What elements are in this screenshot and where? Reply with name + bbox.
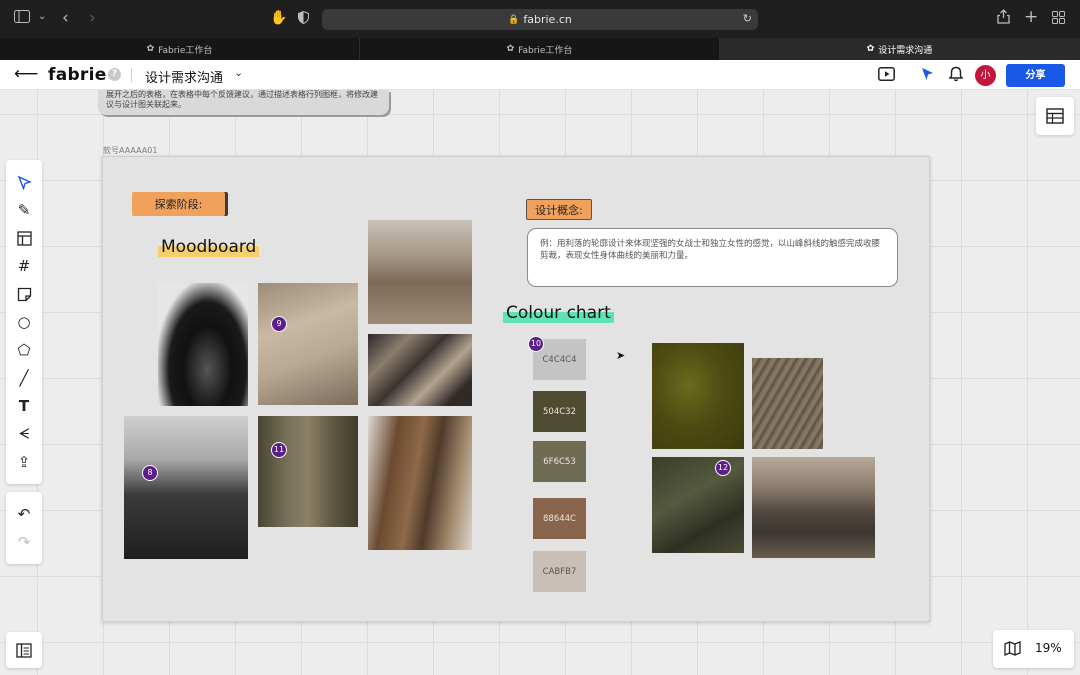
design-concept-textbox[interactable]: 例：用利落的轮廓设计来体现坚强的女战士和独立女性的感觉，以山峰斜线的触感完成收腰… — [527, 228, 898, 287]
follow-cursor-icon[interactable] — [920, 66, 936, 86]
moodboard-photo-black-dress[interactable] — [158, 283, 248, 406]
sticky-note-icon[interactable] — [6, 282, 42, 306]
layers-panel-icon — [16, 642, 32, 658]
tab-label: 设计需求沟通 — [878, 45, 933, 56]
circle-icon[interactable]: ○ — [6, 310, 42, 334]
moodboard-photo-camo-leather-harness[interactable] — [368, 416, 472, 550]
layers-panel-button[interactable] — [6, 632, 42, 668]
swatch-hex-label: 88644C — [543, 513, 576, 524]
browser-toolbar: ⌄ ‹ › ✋ 🔒 fabrie.cn ↻ + — [0, 0, 1080, 38]
colour-swatch[interactable]: 88644C — [533, 498, 586, 539]
browser-tab-active[interactable]: ✿ 设计需求沟通 — [720, 38, 1080, 60]
fabric-photo-olive-drape[interactable] — [652, 343, 744, 449]
frame-label[interactable]: 款号AAAAA01 — [103, 145, 157, 156]
lock-icon: 🔒 — [508, 14, 520, 25]
back-arrow-icon[interactable]: ⟵ — [14, 64, 38, 84]
minimap-icon[interactable] — [1004, 641, 1021, 660]
app-logo[interactable]: fabrie — [48, 65, 107, 85]
moodboard-photo-military-woman[interactable] — [124, 416, 248, 559]
back-icon[interactable]: ‹ — [62, 8, 69, 28]
reload-icon[interactable]: ↻ — [743, 12, 752, 25]
design-concept-label: 设计概念: — [535, 203, 583, 217]
share-icon[interactable] — [997, 9, 1010, 28]
history-toolbar: ↶ ↷ — [6, 492, 42, 564]
mind-map-icon[interactable]: ᗕ — [6, 422, 42, 446]
help-icon[interactable]: ? — [108, 68, 121, 81]
moodboard-photo-studded-belt[interactable] — [258, 416, 358, 527]
moodboard-photo-beige-vest[interactable] — [258, 283, 358, 405]
moodboard-photo-desert-mountain[interactable] — [368, 220, 472, 324]
swatch-hex-label: 6F6C53 — [543, 456, 576, 467]
swatch-hex-label: C4C4C4 — [542, 354, 577, 365]
share-button[interactable]: 分享 — [1006, 64, 1065, 87]
app-header: ⟵ fabrie ? 设计需求沟通 ⌄ 小 分享 — [0, 60, 1080, 90]
select-arrow-icon[interactable] — [6, 170, 42, 194]
comment-badge[interactable]: 11 — [271, 442, 287, 458]
colour-swatch[interactable]: 6F6C53 — [533, 441, 586, 482]
fabric-photo-knit-roll[interactable] — [752, 358, 823, 449]
explore-stage-label: 探索阶段: — [154, 198, 203, 211]
tab-overview-icon[interactable] — [1052, 11, 1065, 28]
design-concept-text: 例：用利落的轮廓设计来体现坚强的女战士和独立女性的感觉，以山峰斜线的触感完成收腰… — [540, 239, 881, 261]
present-play-icon[interactable] — [878, 67, 895, 85]
explore-stage-tag[interactable]: 探索阶段: — [132, 192, 225, 216]
upload-icon[interactable]: ⇪ — [6, 450, 42, 474]
table-grid-icon — [1046, 108, 1064, 124]
layout-icon[interactable] — [6, 226, 42, 250]
browser-tab[interactable]: ✿ Fabrie工作台 — [360, 38, 720, 60]
note-card[interactable]: 展开之后的表格，在表格中每个反馈建议，通过描述表格行列图框，将修改建议与设计图关… — [98, 90, 389, 115]
chevron-down-icon[interactable]: ⌄ — [234, 66, 243, 79]
fabrie-favicon-icon: ✿ — [866, 44, 875, 54]
browser-tab-bar: ✿ Fabrie工作台 ✿ Fabrie工作台 ✿ 设计需求沟通 — [0, 38, 1080, 60]
chevron-down-icon[interactable]: ⌄ — [38, 11, 46, 22]
new-tab-icon[interactable]: + — [1024, 7, 1038, 27]
zoom-control[interactable]: 19% — [993, 630, 1074, 668]
table-view-button[interactable] — [1036, 97, 1074, 135]
comment-badge[interactable]: 10 — [528, 336, 544, 352]
comment-badge[interactable]: 12 — [715, 460, 731, 476]
fabric-photo-volcano[interactable] — [752, 457, 875, 558]
mouse-cursor-icon: ➤ — [616, 349, 626, 362]
user-avatar[interactable]: 小 — [975, 65, 996, 86]
tab-label: Fabrie工作台 — [158, 45, 213, 56]
colour-chart-title[interactable]: Colour chart — [503, 303, 614, 323]
notification-bell-icon[interactable] — [948, 66, 964, 86]
left-toolbar: ✎ # ○ ⬠ ╱ T ᗕ ⇪ — [6, 160, 42, 484]
comment-badge[interactable]: 8 — [142, 465, 158, 481]
sidebar-toggle-icon[interactable] — [14, 10, 30, 27]
tab-label: Fabrie工作台 — [518, 45, 573, 56]
header-divider — [131, 68, 132, 82]
document-title[interactable]: 设计需求沟通 — [145, 67, 223, 86]
fabrie-favicon-icon: ✿ — [506, 44, 515, 54]
design-concept-tag[interactable]: 设计概念: — [526, 199, 592, 220]
frame-crop-icon[interactable]: # — [6, 254, 42, 278]
browser-tab[interactable]: ✿ Fabrie工作台 — [0, 38, 360, 60]
undo-icon[interactable]: ↶ — [6, 502, 42, 526]
shield-icon[interactable] — [298, 10, 309, 28]
comment-badge[interactable]: 9 — [271, 316, 287, 332]
extension-hand-icon[interactable]: ✋ — [270, 10, 287, 26]
url-text: fabrie.cn — [523, 13, 572, 26]
moodboard-title[interactable]: Moodboard — [158, 237, 260, 257]
colour-swatch[interactable]: CABFB7 — [533, 551, 586, 592]
fabrie-favicon-icon: ✿ — [146, 44, 155, 54]
swatch-hex-label: 504C32 — [543, 406, 576, 417]
pen-icon[interactable]: ✎ — [6, 198, 42, 222]
zoom-level[interactable]: 19% — [1035, 641, 1062, 655]
redo-icon[interactable]: ↷ — [6, 530, 42, 554]
forward-icon[interactable]: › — [89, 8, 96, 28]
swatch-hex-label: CABFB7 — [542, 566, 577, 577]
moodboard-photo-rocky-ridges[interactable] — [368, 334, 472, 406]
note-text: 展开之后的表格，在表格中每个反馈建议，通过描述表格行列图框，将修改建议与设计图关… — [106, 90, 378, 109]
url-bar[interactable]: 🔒 fabrie.cn ↻ — [322, 9, 758, 30]
text-icon[interactable]: T — [6, 394, 42, 418]
line-icon[interactable]: ╱ — [6, 366, 42, 390]
polygon-icon[interactable]: ⬠ — [6, 338, 42, 362]
colour-swatch[interactable]: 504C32 — [533, 391, 586, 432]
